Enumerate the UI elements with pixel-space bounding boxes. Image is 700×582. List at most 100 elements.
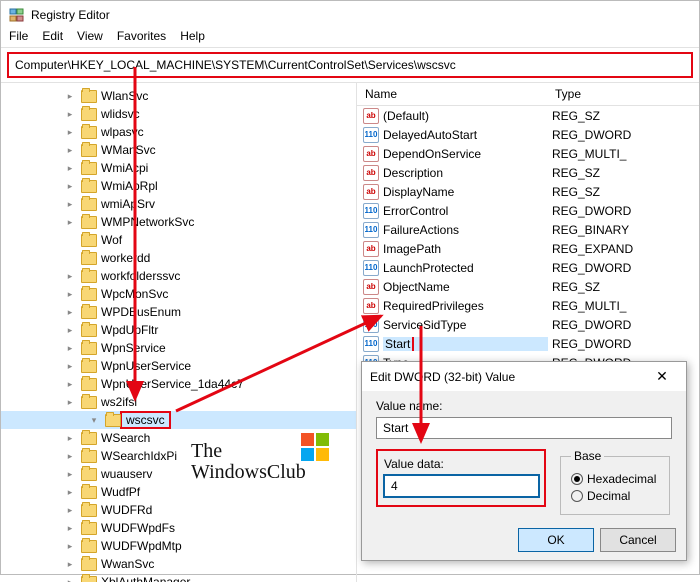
menu-file[interactable]: File <box>9 29 28 43</box>
tree-item-wudfpf[interactable]: ▸WudfPf <box>1 483 356 501</box>
close-icon[interactable]: ✕ <box>646 368 678 385</box>
expander-icon[interactable]: ▸ <box>65 109 75 120</box>
tree-item-wmiacpi[interactable]: ▸WmiAcpi <box>1 159 356 177</box>
expander-icon[interactable]: ▸ <box>65 433 75 444</box>
radio-hex[interactable] <box>571 473 583 485</box>
tree-item-wpdupfltr[interactable]: ▸ WpdUpFltr <box>1 321 356 339</box>
expander-icon[interactable]: ▸ <box>65 181 75 192</box>
folder-icon <box>81 90 97 103</box>
string-value-icon: ab <box>363 298 379 314</box>
tree-item-wudfrd[interactable]: ▸WUDFRd <box>1 501 356 519</box>
tree-pane[interactable]: ▸WlanSvc▸wlidsvc▸wlpasvc▸WManSvc▸WmiAcpi… <box>1 83 356 582</box>
value-row-default[interactable]: ab(Default)REG_SZ <box>357 106 699 125</box>
tree-item-wlpasvc[interactable]: ▸ wlpasvc <box>1 123 356 141</box>
tree-item-wlansvc[interactable]: ▸WlanSvc <box>1 87 356 105</box>
tree-item-workerdd[interactable]: workerdd <box>1 249 356 267</box>
tree-item-wmiapsrv[interactable]: ▸wmiApSrv <box>1 195 356 213</box>
tree-item-xblauthmanager[interactable]: ▸XblAuthManager <box>1 573 356 582</box>
cancel-button[interactable]: Cancel <box>600 528 676 552</box>
expander-icon[interactable]: ▸ <box>65 541 75 552</box>
value-row-objectname[interactable]: abObjectNameREG_SZ <box>357 277 699 296</box>
expander-icon[interactable]: ▸ <box>65 217 75 228</box>
radio-hex-row[interactable]: Hexadecimal <box>571 472 659 486</box>
value-row-imagepath[interactable]: abImagePathREG_EXPAND <box>357 239 699 258</box>
dialog-titlebar: Edit DWORD (32-bit) Value ✕ <box>362 362 686 391</box>
expander-icon[interactable]: ▸ <box>65 307 75 318</box>
value-row-launchprotected[interactable]: 110LaunchProtectedREG_DWORD <box>357 258 699 277</box>
expander-icon[interactable]: ▸ <box>65 397 75 408</box>
radio-dec[interactable] <box>571 490 583 502</box>
valuedata-field[interactable] <box>384 475 539 497</box>
titlebar: Registry Editor <box>1 1 699 27</box>
tree-item-workfolderssvc[interactable]: ▸workfolderssvc <box>1 267 356 285</box>
expander-icon[interactable]: ▸ <box>65 559 75 570</box>
address-bar[interactable] <box>7 52 693 78</box>
value-row-errorcontrol[interactable]: 110ErrorControlREG_DWORD <box>357 201 699 220</box>
value-name: ErrorControl <box>383 204 548 218</box>
expander-icon[interactable]: ▾ <box>89 415 99 426</box>
folder-icon <box>81 576 97 582</box>
value-type: REG_MULTI_ <box>548 147 699 161</box>
expander-icon[interactable]: ▸ <box>65 361 75 372</box>
tree-item-wlidsvc[interactable]: ▸wlidsvc <box>1 105 356 123</box>
tree-item-wmansvc[interactable]: ▸WManSvc <box>1 141 356 159</box>
tree-item-wpcmonsvc[interactable]: ▸WpcMonSvc <box>1 285 356 303</box>
tree-item-wwansvc[interactable]: ▸WwanSvc <box>1 555 356 573</box>
value-name: DelayedAutoStart <box>383 128 548 142</box>
tree-item-wpnuserservice[interactable]: ▸WpnUserService <box>1 357 356 375</box>
string-value-icon: ab <box>363 241 379 257</box>
expander-icon[interactable]: ▸ <box>65 271 75 282</box>
expander-icon[interactable]: ▸ <box>65 91 75 102</box>
expander-icon[interactable]: ▸ <box>65 379 75 390</box>
valuename-field[interactable] <box>376 417 672 439</box>
menu-view[interactable]: View <box>77 29 103 43</box>
tree-item-wpnservice[interactable]: ▸WpnService <box>1 339 356 357</box>
valuedata-group: Value data: <box>376 449 546 507</box>
col-type[interactable]: Type <box>547 87 699 101</box>
tree-item-wof[interactable]: Wof <box>1 231 356 249</box>
tree-item-wscsvc[interactable]: ▾wscsvc <box>1 411 356 429</box>
menu-favorites[interactable]: Favorites <box>117 29 166 43</box>
expander-icon[interactable]: ▸ <box>65 451 75 462</box>
tree-label: wlpasvc <box>101 125 144 139</box>
expander-icon[interactable]: ▸ <box>65 487 75 498</box>
menu-edit[interactable]: Edit <box>42 29 63 43</box>
folder-icon <box>81 486 97 499</box>
value-row-failureactions[interactable]: 110FailureActionsREG_BINARY <box>357 220 699 239</box>
tree-item-wudfwpdmtp[interactable]: ▸WUDFWpdMtp <box>1 537 356 555</box>
tree-item-wpdbusenum[interactable]: ▸WPDBusEnum <box>1 303 356 321</box>
ok-button[interactable]: OK <box>518 528 594 552</box>
value-name: ImagePath <box>383 242 548 256</box>
tree-item-wmpnetworksvc[interactable]: ▸WMPNetworkSvc <box>1 213 356 231</box>
tree-label: wuauserv <box>101 467 152 481</box>
expander-icon[interactable]: ▸ <box>65 145 75 156</box>
tree-label: WpdUpFltr <box>101 323 158 337</box>
tree-item-wpnuserservice_1da44c7[interactable]: ▸WpnUserService_1da44c7 <box>1 375 356 393</box>
expander-icon[interactable]: ▸ <box>65 127 75 138</box>
expander-icon[interactable]: ▸ <box>65 577 75 582</box>
expander-icon[interactable]: ▸ <box>65 343 75 354</box>
expander-icon[interactable]: ▸ <box>65 523 75 534</box>
col-name[interactable]: Name <box>357 87 547 101</box>
folder-icon <box>81 432 97 445</box>
value-row-start[interactable]: 110StartREG_DWORD <box>357 334 699 353</box>
tree-item-wmiaprpl[interactable]: ▸WmiApRpl <box>1 177 356 195</box>
expander-icon[interactable]: ▸ <box>65 505 75 516</box>
radio-dec-row[interactable]: Decimal <box>571 489 659 503</box>
tree-item-ws2ifsl[interactable]: ▸ws2ifsl <box>1 393 356 411</box>
string-value-icon: ab <box>363 279 379 295</box>
value-row-servicesidtype[interactable]: 110ServiceSidTypeREG_DWORD <box>357 315 699 334</box>
value-row-dependonservice[interactable]: abDependOnServiceREG_MULTI_ <box>357 144 699 163</box>
menu-help[interactable]: Help <box>180 29 205 43</box>
expander-icon[interactable]: ▸ <box>65 289 75 300</box>
expander-icon[interactable]: ▸ <box>65 199 75 210</box>
expander-icon[interactable]: ▸ <box>65 163 75 174</box>
expander-icon[interactable]: ▸ <box>65 469 75 480</box>
tree-item-wudfwpdfs[interactable]: ▸WUDFWpdFs <box>1 519 356 537</box>
value-row-requiredprivileges[interactable]: abRequiredPrivilegesREG_MULTI_ <box>357 296 699 315</box>
expander-icon[interactable]: ▸ <box>65 325 75 336</box>
value-row-description[interactable]: abDescriptionREG_SZ <box>357 163 699 182</box>
value-row-delayedautostart[interactable]: 110DelayedAutoStartREG_DWORD <box>357 125 699 144</box>
value-row-displayname[interactable]: abDisplayNameREG_SZ <box>357 182 699 201</box>
folder-icon <box>81 162 97 175</box>
